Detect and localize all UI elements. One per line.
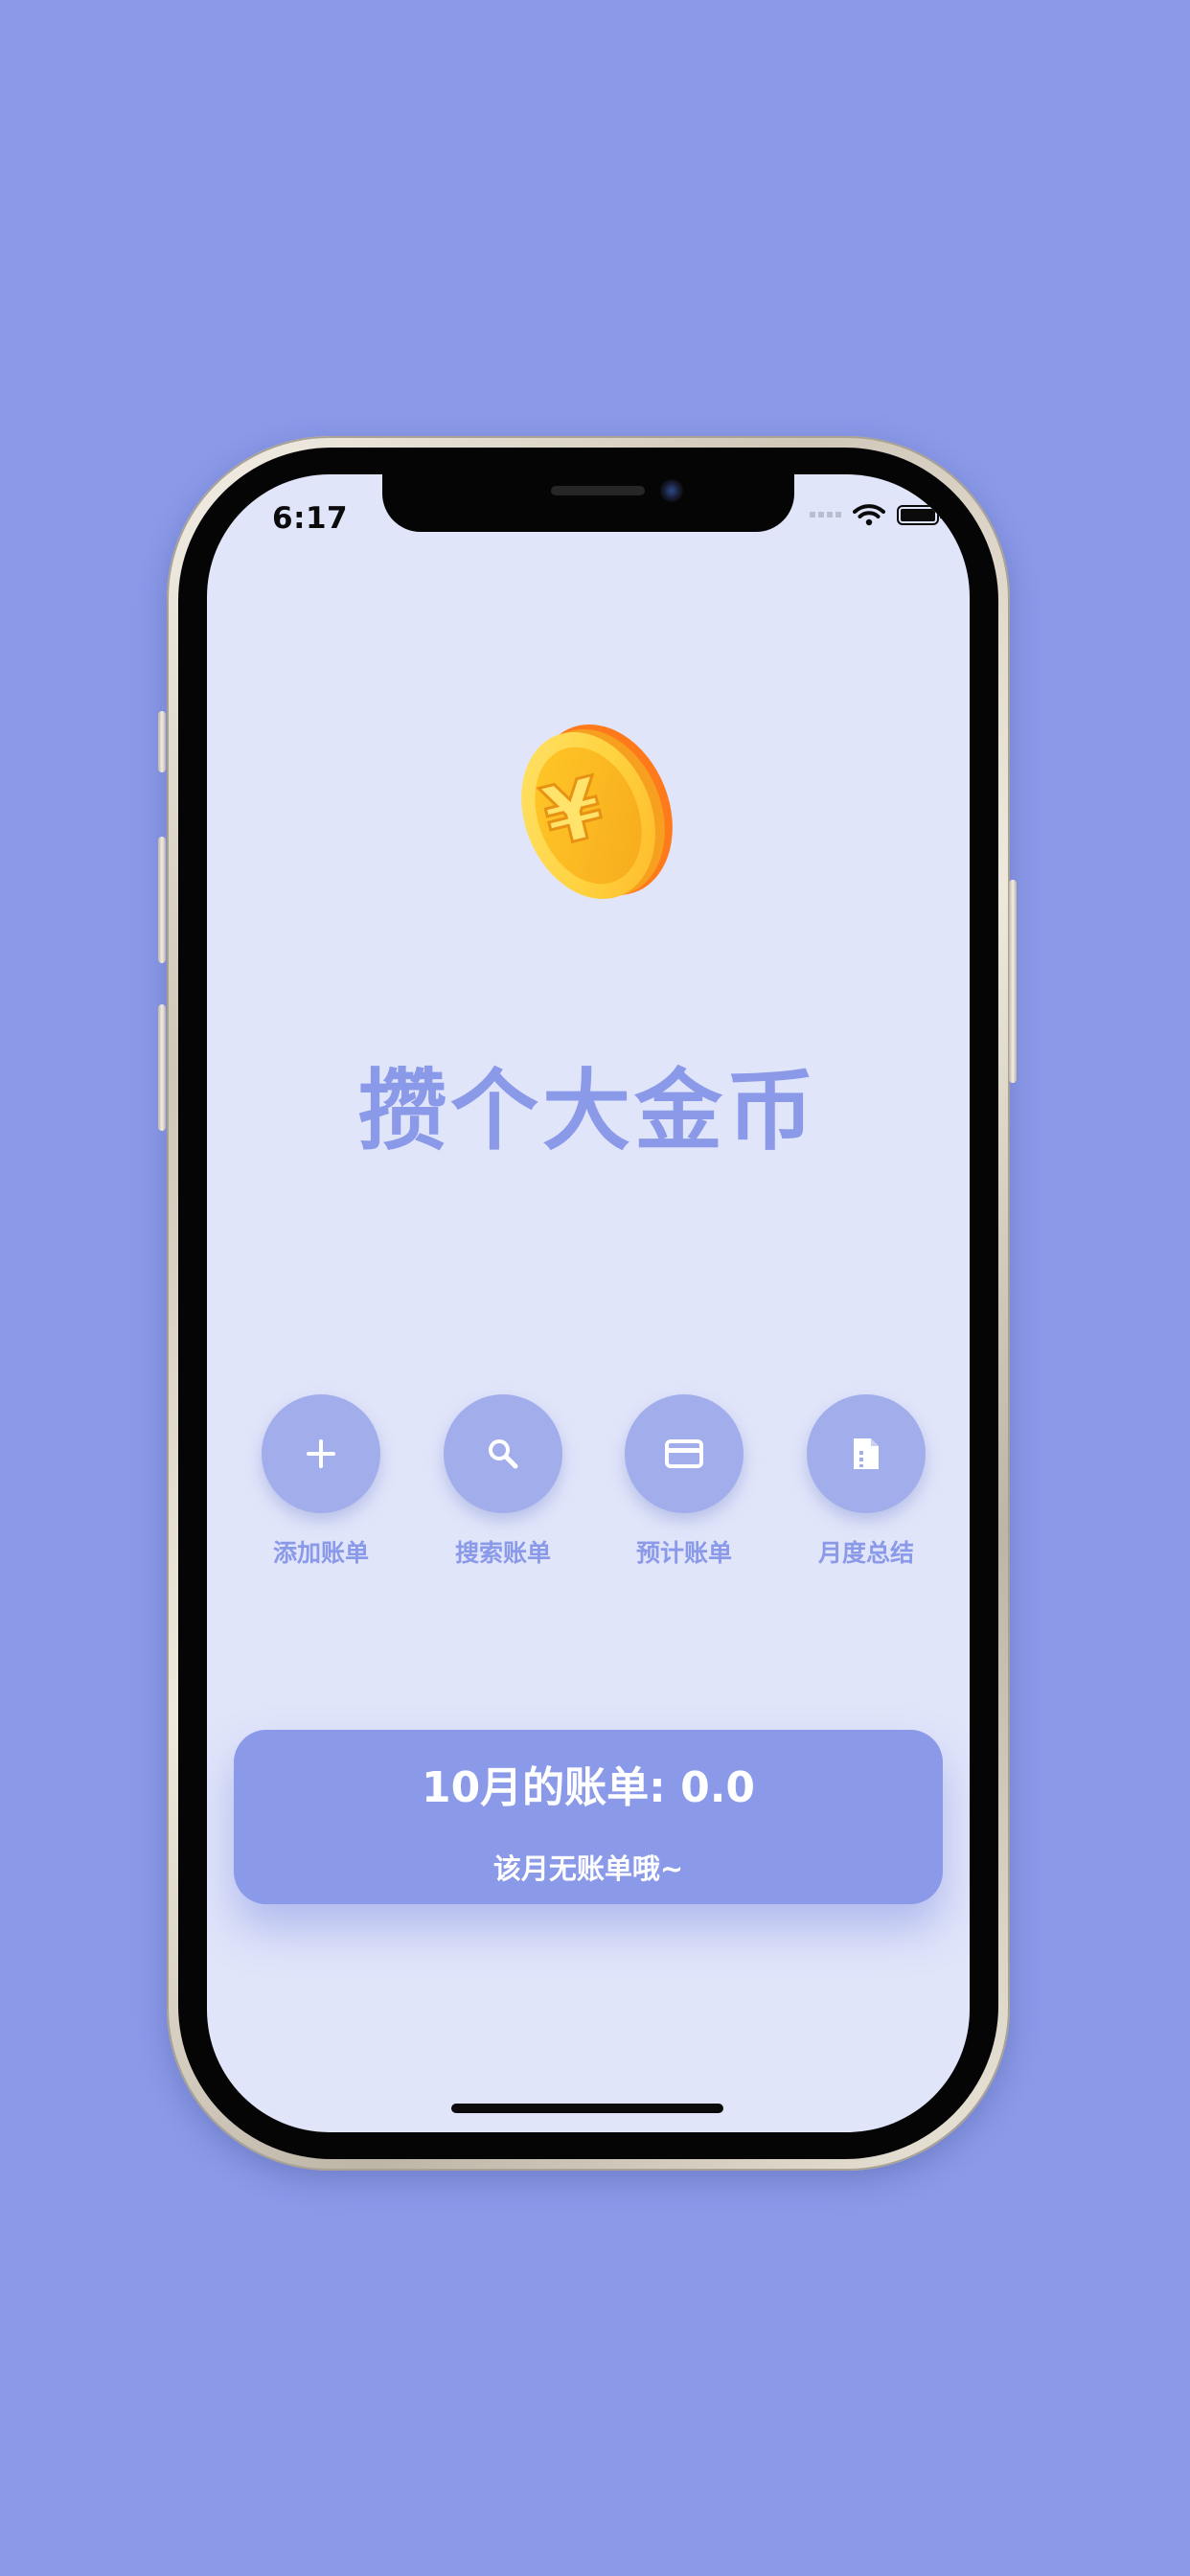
planned-bill-button[interactable]: 预计账单 (607, 1394, 761, 1586)
search-bill-circle[interactable] (444, 1394, 562, 1513)
document-icon (854, 1438, 879, 1469)
planned-bill-label: 预计账单 (635, 1539, 732, 1567)
search-bill-label: 搜索账单 (454, 1539, 551, 1567)
signal-dots-icon (810, 512, 841, 518)
yen-coin-icon: ¥ (504, 714, 676, 906)
home-indicator[interactable] (451, 2104, 723, 2113)
add-bill-circle[interactable] (262, 1394, 380, 1513)
app-title: 攒个大金币 (357, 1060, 818, 1162)
action-bar: 添加账单 搜索账单 预计账单 月度总结 (207, 1394, 970, 1586)
notch (382, 474, 794, 532)
bill-card-title: 10月的账单: 0.0 (421, 1763, 756, 1812)
monthly-summary-label: 月度总结 (817, 1539, 914, 1567)
plus-icon (307, 1439, 335, 1468)
volume-up-button (158, 837, 166, 963)
monthly-bill-card[interactable]: 10月的账单: 0.0 该月无账单哦~ (234, 1730, 943, 1904)
credit-card-icon (665, 1439, 703, 1468)
silent-switch (158, 711, 166, 772)
status-time: 6:17 (272, 501, 349, 536)
add-bill-button[interactable]: 添加账单 (244, 1394, 398, 1586)
volume-down-button (158, 1004, 166, 1131)
wifi-icon (853, 504, 885, 526)
monthly-summary-button[interactable]: 月度总结 (790, 1394, 943, 1586)
planned-bill-circle[interactable] (625, 1394, 744, 1513)
monthly-summary-circle[interactable] (807, 1394, 926, 1513)
battery-icon (897, 504, 943, 525)
speaker-grille (551, 486, 645, 495)
search-icon (489, 1439, 518, 1469)
bill-card-subtitle: 该月无账单哦~ (492, 1852, 684, 1885)
status-indicators (810, 503, 943, 526)
add-bill-label: 添加账单 (272, 1539, 369, 1567)
power-button (1009, 880, 1017, 1083)
search-bill-button[interactable]: 搜索账单 (426, 1394, 580, 1586)
app-screen: 6:17 ¥ 攒个大金币 添加账单 搜索账单 预计账单 月度总结 10月的账单:… (207, 474, 970, 2132)
front-camera (660, 479, 683, 502)
